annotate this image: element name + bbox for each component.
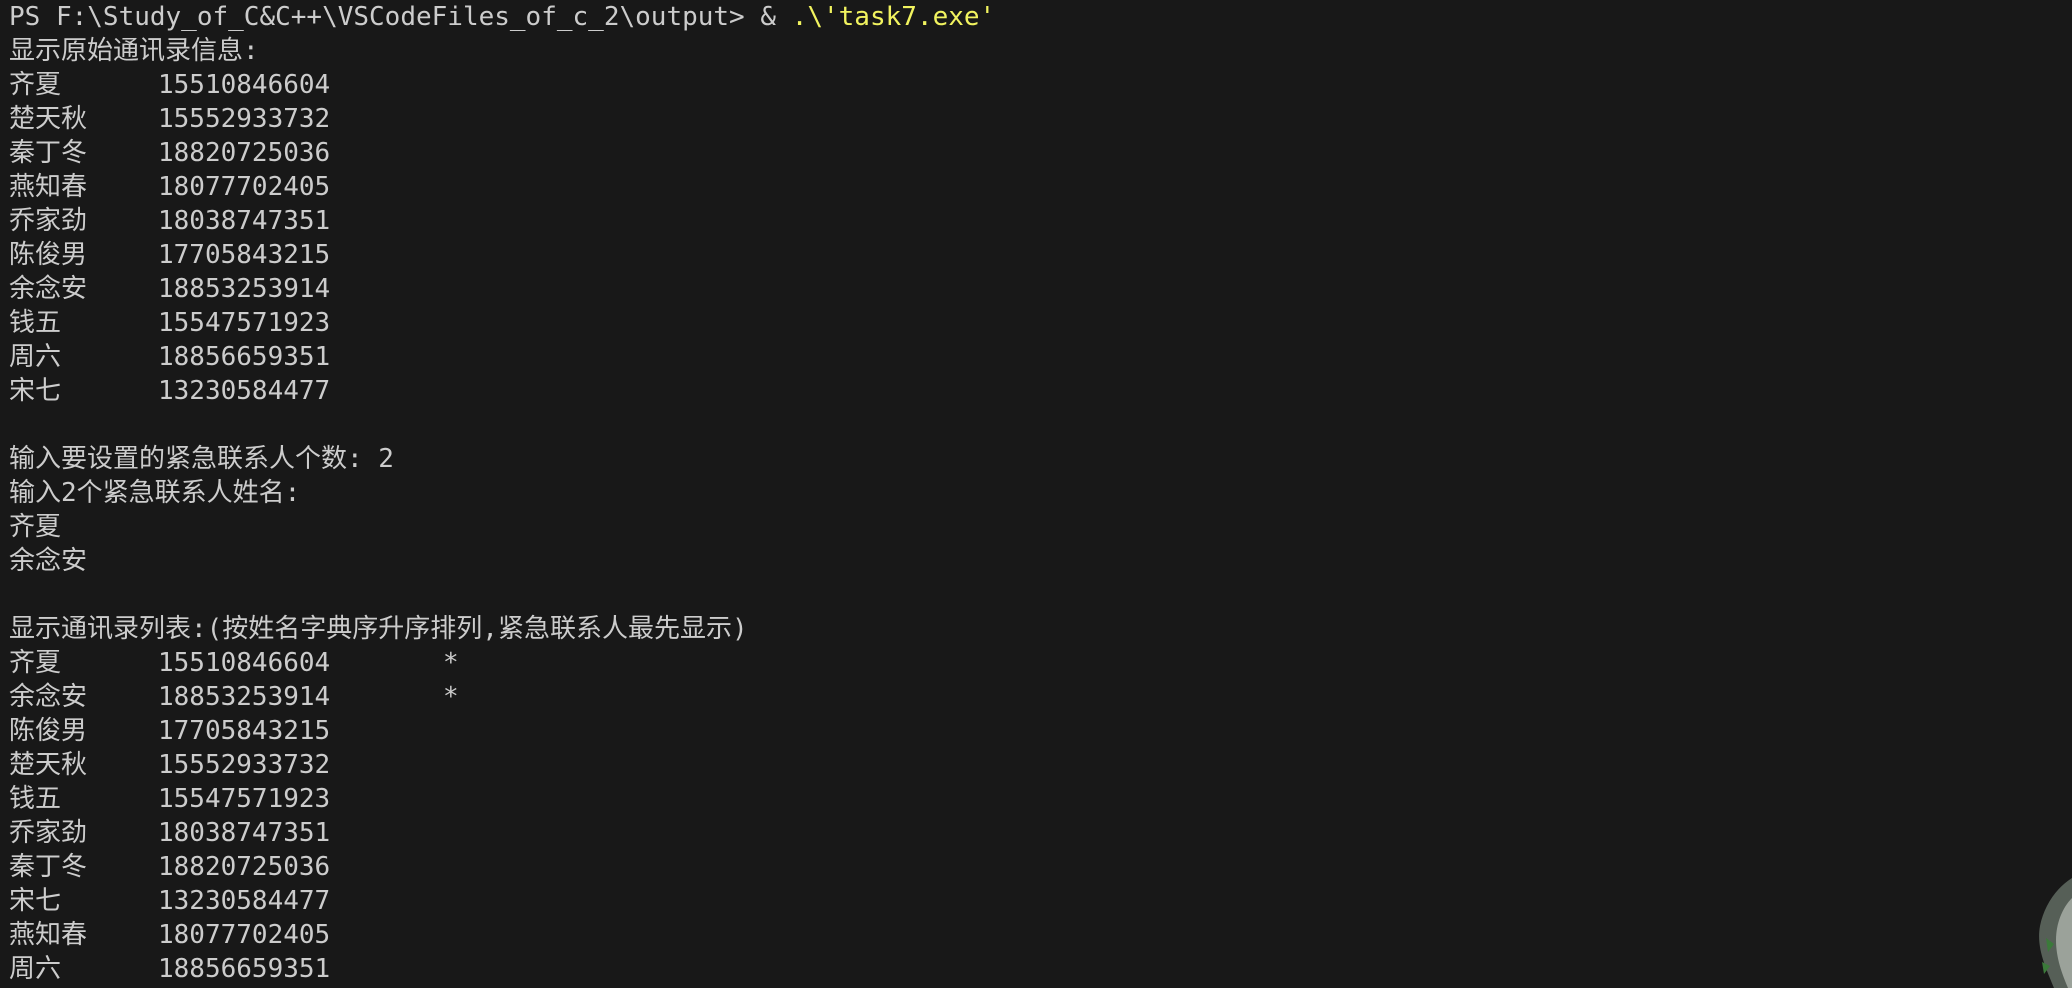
contact-name: 燕知春: [9, 920, 88, 950]
contact-row: 楚天秋 15552933732: [9, 748, 2072, 782]
contact-phone: 18853253914: [158, 274, 331, 304]
contact-phone: 18856659351: [158, 342, 331, 372]
contact-phone: 18077702405: [158, 920, 331, 950]
emergency-mark: *: [443, 648, 459, 678]
contact-row: 陈俊男 17705843215: [9, 714, 2072, 748]
contact-row: 余念安 18853253914 *: [9, 680, 2072, 714]
sorted-heading: 显示通讯录列表:(按姓名字典序升序排列,紧急联系人最先显示): [9, 614, 748, 644]
contact-phone: 15547571923: [158, 784, 331, 814]
contact-row: 秦丁冬 18820725036: [9, 850, 2072, 884]
contact-name: 钱五: [9, 308, 62, 338]
emergency-input-name: 齐夏: [9, 512, 62, 542]
contact-name: 秦丁冬: [9, 852, 88, 882]
contact-phone: 18038747351: [158, 818, 331, 848]
emergency-mark: *: [443, 682, 459, 712]
contact-row: 乔家劲 18038747351: [9, 204, 2072, 238]
contact-phone: 15552933732: [158, 750, 331, 780]
command-prompt-line: PS F:\Study_of_C&C++\VSCodeFiles_of_c_2\…: [9, 0, 2072, 34]
emergency-input-list: 齐夏 余念安: [9, 510, 2072, 578]
contact-phone: 15510846604: [158, 648, 331, 678]
contact-name: 燕知春: [9, 172, 88, 202]
contact-row: 陈俊男 17705843215: [9, 238, 2072, 272]
contact-phone: 18038747351: [158, 206, 331, 236]
contact-name: 楚天秋: [9, 750, 88, 780]
contact-name: 余念安: [9, 274, 88, 304]
contact-name: 周六: [9, 954, 62, 984]
contact-phone: 18077702405: [158, 172, 331, 202]
contact-row: 秦丁冬 18820725036: [9, 136, 2072, 170]
contact-phone: 17705843215: [158, 240, 331, 270]
contact-row: 余念安 18853253914: [9, 272, 2072, 306]
contact-name: 楚天秋: [9, 104, 88, 134]
contact-name: 钱五: [9, 784, 62, 814]
contact-name: 秦丁冬: [9, 138, 88, 168]
contact-name: 陈俊男: [9, 716, 88, 746]
contact-row: 钱五 15547571923: [9, 306, 2072, 340]
contact-name: 乔家劲: [9, 206, 88, 236]
contact-phone: 18853253914: [158, 682, 331, 712]
original-contact-list: 齐夏 15510846604 楚天秋 15552933732 秦丁冬 1882072503…: [9, 68, 2072, 408]
contact-name: 宋七: [9, 886, 62, 916]
original-heading: 显示原始通讯录信息:: [9, 36, 259, 66]
contact-row: 周六 18856659351: [9, 340, 2072, 374]
contact-name: 宋七: [9, 376, 62, 406]
contact-name: 乔家劲: [9, 818, 88, 848]
contact-row: 燕知春 18077702405: [9, 170, 2072, 204]
contact-name: 齐夏: [9, 648, 62, 678]
contact-row: 楚天秋 15552933732: [9, 102, 2072, 136]
contact-name: 陈俊男: [9, 240, 88, 270]
contact-name: 齐夏: [9, 70, 62, 100]
contact-row: 宋七 13230584477: [9, 374, 2072, 408]
contact-row: 宋七 13230584477: [9, 884, 2072, 918]
contact-phone: 13230584477: [158, 886, 331, 916]
contact-row: 钱五 15547571923: [9, 782, 2072, 816]
emergency-count-prompt: 输入要设置的紧急联系人个数: 2: [9, 444, 394, 474]
emergency-input-name: 余念安: [9, 546, 88, 576]
prompt-path: PS F:\Study_of_C&C++\VSCodeFiles_of_c_2\…: [9, 2, 745, 32]
sorted-contact-list: 齐夏 15510846604 * 余念安 18853253914 * 陈俊男 17705843…: [9, 646, 2072, 986]
contact-phone: 15510846604: [158, 70, 331, 100]
contact-name: 余念安: [9, 682, 88, 712]
executable-command: .\'task7.exe': [791, 2, 996, 32]
contact-row: 乔家劲 18038747351: [9, 816, 2072, 850]
terminal-output[interactable]: PS F:\Study_of_C&C++\VSCodeFiles_of_c_2\…: [0, 0, 2072, 988]
contact-phone: 15547571923: [158, 308, 331, 338]
contact-row: 齐夏 15510846604: [9, 68, 2072, 102]
contact-row: 齐夏 15510846604 *: [9, 646, 2072, 680]
contact-phone: 18856659351: [158, 954, 331, 984]
contact-phone: 18820725036: [158, 852, 331, 882]
contact-phone: 15552933732: [158, 104, 331, 134]
emergency-names-prompt: 输入2个紧急联系人姓名:: [9, 478, 301, 508]
contact-phone: 13230584477: [158, 376, 331, 406]
contact-name: 周六: [9, 342, 62, 372]
contact-row: 燕知春 18077702405: [9, 918, 2072, 952]
call-operator: &: [760, 2, 777, 32]
contact-phone: 17705843215: [158, 716, 331, 746]
contact-row: 周六 18856659351: [9, 952, 2072, 986]
contact-phone: 18820725036: [158, 138, 331, 168]
character-avatar-decoration: [2039, 878, 2072, 988]
